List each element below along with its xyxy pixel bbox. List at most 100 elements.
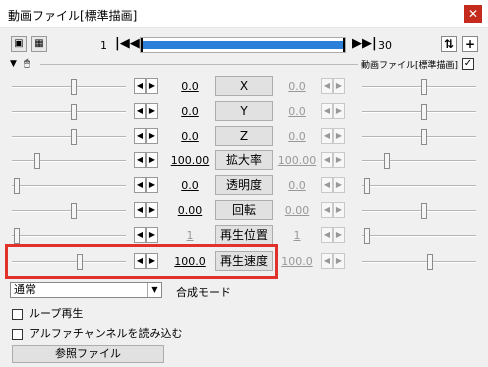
- decrement-icon[interactable]: ◀: [321, 227, 333, 243]
- slider-thumb[interactable]: [427, 254, 433, 270]
- left-stepper[interactable]: ◀ ▶: [134, 128, 158, 144]
- right-stepper[interactable]: ◀ ▶: [321, 152, 345, 168]
- section-enable-checkbox[interactable]: ✓: [462, 58, 474, 70]
- increment-icon[interactable]: ▶: [333, 128, 345, 144]
- slider-thumb[interactable]: [71, 104, 77, 120]
- close-button[interactable]: ✕: [464, 5, 482, 23]
- increment-icon[interactable]: ▶: [333, 227, 345, 243]
- start-value[interactable]: 0.0: [170, 80, 210, 93]
- start-value[interactable]: 100.00: [170, 154, 210, 167]
- right-slider[interactable]: [362, 125, 476, 149]
- track-name-button[interactable]: Z: [215, 126, 273, 146]
- decrement-icon[interactable]: ◀: [134, 128, 146, 144]
- right-slider[interactable]: [362, 100, 476, 124]
- end-value[interactable]: 1: [277, 229, 317, 242]
- decrement-icon[interactable]: ◀: [134, 78, 146, 94]
- left-slider[interactable]: [12, 75, 126, 99]
- right-stepper[interactable]: ◀ ▶: [321, 78, 345, 94]
- increment-icon[interactable]: ▶: [146, 177, 158, 193]
- left-stepper[interactable]: ◀ ▶: [134, 103, 158, 119]
- add-icon[interactable]: +: [462, 36, 478, 52]
- right-slider[interactable]: [362, 199, 476, 223]
- end-value[interactable]: 0.0: [277, 80, 317, 93]
- slider-thumb[interactable]: [14, 178, 20, 194]
- grid-icon[interactable]: ▦: [31, 36, 47, 52]
- prev-frame-icon[interactable]: |◀◀: [115, 37, 140, 51]
- decrement-icon[interactable]: ◀: [321, 103, 333, 119]
- increment-icon[interactable]: ▶: [333, 152, 345, 168]
- slider-thumb[interactable]: [384, 153, 390, 169]
- blend-mode-select[interactable]: 通常 ▼: [10, 282, 162, 298]
- slider-thumb[interactable]: [364, 178, 370, 194]
- decrement-icon[interactable]: ◀: [321, 253, 333, 269]
- start-value[interactable]: 0.00: [170, 204, 210, 217]
- track-name-button[interactable]: 回転: [215, 200, 273, 220]
- right-slider[interactable]: [362, 149, 476, 173]
- alpha-checkbox-row[interactable]: アルファチャンネルを読み込む: [12, 325, 183, 340]
- start-value[interactable]: 0.0: [170, 105, 210, 118]
- end-value[interactable]: 0.0: [277, 130, 317, 143]
- right-stepper[interactable]: ◀ ▶: [321, 253, 345, 269]
- increment-icon[interactable]: ▶: [146, 152, 158, 168]
- decrement-icon[interactable]: ◀: [321, 78, 333, 94]
- start-value[interactable]: 0.0: [170, 130, 210, 143]
- decrement-icon[interactable]: ◀: [134, 103, 146, 119]
- right-stepper[interactable]: ◀ ▶: [321, 202, 345, 218]
- loop-checkbox[interactable]: [12, 308, 23, 320]
- slider-thumb[interactable]: [71, 129, 77, 145]
- end-value[interactable]: 0.00: [277, 204, 317, 217]
- slider-thumb[interactable]: [364, 228, 370, 244]
- right-slider[interactable]: [362, 174, 476, 198]
- left-stepper[interactable]: ◀ ▶: [134, 78, 158, 94]
- refresh-icon[interactable]: ⇅: [441, 36, 457, 52]
- track-name-button[interactable]: 拡大率: [215, 150, 273, 170]
- increment-icon[interactable]: ▶: [146, 103, 158, 119]
- slider-thumb[interactable]: [421, 79, 427, 95]
- decrement-icon[interactable]: ◀: [321, 202, 333, 218]
- decrement-icon[interactable]: ◀: [134, 152, 146, 168]
- increment-icon[interactable]: ▶: [333, 202, 345, 218]
- timeline-bar[interactable]: [140, 37, 346, 53]
- decrement-icon[interactable]: ◀: [321, 128, 333, 144]
- increment-icon[interactable]: ▶: [146, 202, 158, 218]
- slider-thumb[interactable]: [34, 153, 40, 169]
- loop-checkbox-row[interactable]: ループ再生: [12, 305, 83, 320]
- left-slider[interactable]: [12, 125, 126, 149]
- right-stepper[interactable]: ◀ ▶: [321, 227, 345, 243]
- start-value[interactable]: 0.0: [170, 179, 210, 192]
- left-stepper[interactable]: ◀ ▶: [134, 177, 158, 193]
- end-value[interactable]: 0.0: [277, 179, 317, 192]
- slider-thumb[interactable]: [421, 203, 427, 219]
- increment-icon[interactable]: ▶: [146, 128, 158, 144]
- alpha-checkbox[interactable]: [12, 328, 23, 340]
- next-frame-icon[interactable]: ▶▶|: [352, 37, 377, 51]
- decrement-icon[interactable]: ◀: [321, 177, 333, 193]
- slider-thumb[interactable]: [421, 129, 427, 145]
- increment-icon[interactable]: ▶: [333, 177, 345, 193]
- decrement-icon[interactable]: ◀: [321, 152, 333, 168]
- slider-thumb[interactable]: [71, 203, 77, 219]
- right-stepper[interactable]: ◀ ▶: [321, 103, 345, 119]
- collapse-icon[interactable]: ▼: [10, 59, 17, 69]
- slider-thumb[interactable]: [421, 104, 427, 120]
- right-slider[interactable]: [362, 224, 476, 248]
- end-value[interactable]: 100.0: [277, 255, 317, 268]
- track-name-button[interactable]: 透明度: [215, 175, 273, 195]
- increment-icon[interactable]: ▶: [333, 78, 345, 94]
- slider-thumb[interactable]: [14, 228, 20, 244]
- camera-icon[interactable]: ▣: [11, 36, 27, 52]
- decrement-icon[interactable]: ◀: [134, 202, 146, 218]
- decrement-icon[interactable]: ◀: [134, 227, 146, 243]
- increment-icon[interactable]: ▶: [333, 103, 345, 119]
- left-slider[interactable]: [12, 199, 126, 223]
- increment-icon[interactable]: ▶: [146, 227, 158, 243]
- end-value[interactable]: 0.0: [277, 105, 317, 118]
- right-slider[interactable]: [362, 250, 476, 274]
- decrement-icon[interactable]: ◀: [134, 177, 146, 193]
- left-slider[interactable]: [12, 100, 126, 124]
- left-slider[interactable]: [12, 174, 126, 198]
- left-stepper[interactable]: ◀ ▶: [134, 227, 158, 243]
- left-stepper[interactable]: ◀ ▶: [134, 202, 158, 218]
- reference-file-button[interactable]: 参照ファイル: [12, 345, 164, 363]
- left-stepper[interactable]: ◀ ▶: [134, 152, 158, 168]
